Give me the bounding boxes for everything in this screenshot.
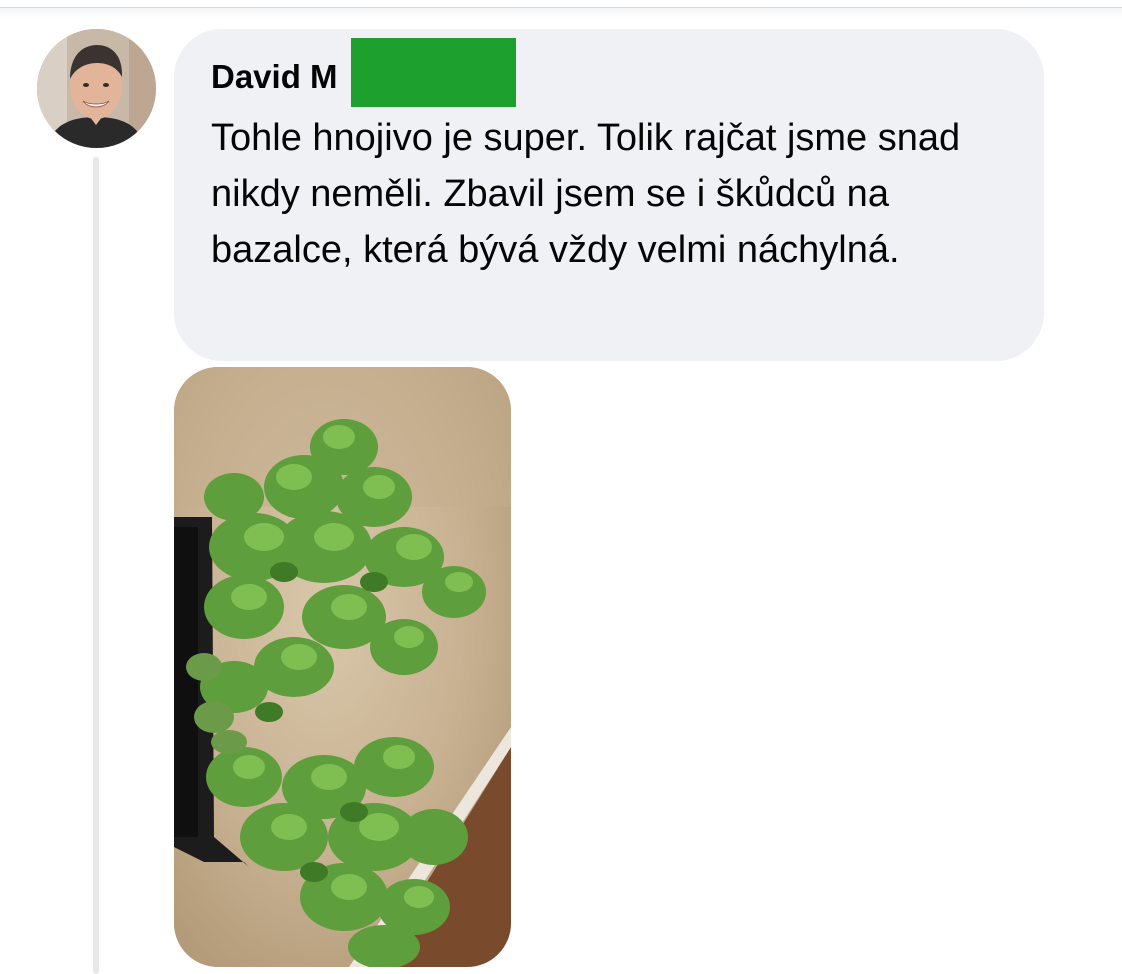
top-shade — [0, 8, 1122, 18]
photo-basil-plants-icon — [174, 367, 511, 967]
avatar[interactable] — [37, 29, 156, 148]
comment-photo[interactable] — [174, 367, 511, 967]
comment-text: Tohle hnojivo je super. Tolik rajčat jsm… — [211, 117, 961, 271]
comment-author[interactable]: David M — [211, 58, 338, 96]
user-avatar-icon — [37, 29, 156, 148]
redaction-box — [351, 38, 516, 107]
thread-line — [93, 157, 99, 974]
